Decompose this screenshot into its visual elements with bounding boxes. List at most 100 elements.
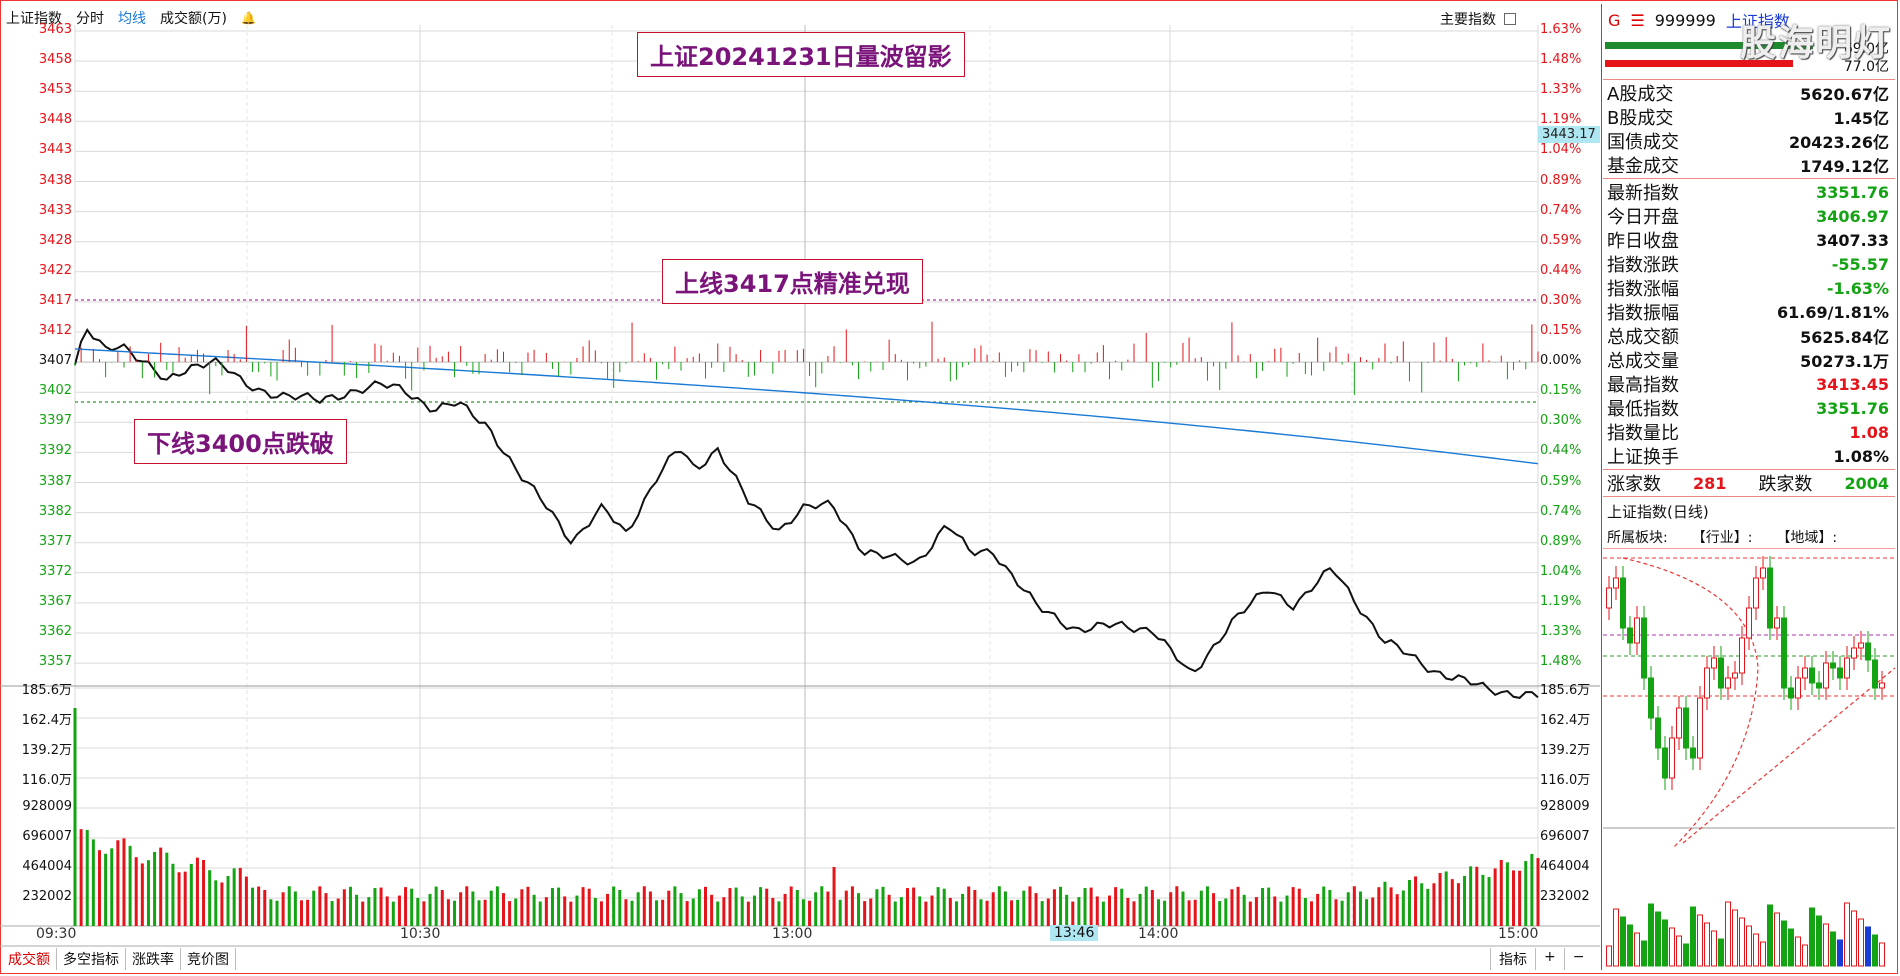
volume-bar bbox=[477, 900, 481, 926]
volume-tick-label: 464004 bbox=[1540, 859, 1590, 874]
k-volume-bar bbox=[1676, 935, 1682, 967]
volume-bar bbox=[508, 901, 512, 926]
percent-tick-label: 1.33% bbox=[1540, 624, 1582, 639]
k-candle bbox=[1795, 677, 1801, 699]
volume-bar bbox=[73, 708, 77, 926]
volume-bar bbox=[1518, 870, 1522, 926]
volume-bar bbox=[642, 886, 646, 926]
volume-bar bbox=[177, 872, 181, 926]
k-volume-bar bbox=[1697, 914, 1703, 967]
volume-bar bbox=[391, 901, 395, 926]
percent-tick-label: 1.33% bbox=[1540, 82, 1582, 98]
price-tick-label: 3463 bbox=[38, 22, 72, 37]
row-label: 最新指数 bbox=[1607, 183, 1679, 204]
volume-bar bbox=[1248, 901, 1252, 926]
volume-bar bbox=[906, 888, 910, 926]
k-candle bbox=[1655, 717, 1661, 749]
stats-table: 最新指数 3351.76 今日开盘 3406.97 昨日收盘 3407.33 指数涨跌 -55… bbox=[1603, 180, 1895, 469]
volume-bar bbox=[636, 892, 640, 926]
time-label: 10:30 bbox=[400, 926, 441, 942]
percent-tick-label: 0.44% bbox=[1540, 262, 1582, 278]
k-candle bbox=[1879, 682, 1885, 689]
volume-bar bbox=[1310, 901, 1314, 926]
volume-bar bbox=[893, 901, 897, 926]
tab-turnover-indicator[interactable]: 成交额 bbox=[2, 948, 57, 970]
menu-icon[interactable]: ☰ bbox=[1630, 11, 1644, 30]
intraday-chart[interactable] bbox=[0, 0, 1600, 976]
volume-bar bbox=[471, 891, 475, 926]
volume-bar bbox=[244, 876, 248, 926]
k-volume-bar bbox=[1767, 904, 1773, 967]
price-tick-label: 3357 bbox=[38, 654, 72, 670]
stat-row: 今日开盘 3406.97 bbox=[1603, 204, 1895, 229]
volume-tick-label: 464004 bbox=[22, 859, 72, 874]
tag-sector[interactable]: 所属板块: bbox=[1607, 527, 1668, 547]
volume-bar bbox=[783, 893, 787, 926]
volume-bar bbox=[1334, 899, 1338, 926]
k-candle bbox=[1641, 617, 1647, 679]
volume-tick-label: 928009 bbox=[1540, 799, 1590, 814]
tab-rise-fall-ratio[interactable]: 涨跌率 bbox=[126, 948, 181, 970]
volume-bar bbox=[446, 899, 450, 926]
k-volume-bar bbox=[1641, 940, 1647, 967]
price-tick-label: 3397 bbox=[38, 413, 72, 429]
volume-bar bbox=[630, 900, 634, 926]
volume-bar bbox=[1010, 900, 1014, 926]
price-tick-label: 3438 bbox=[38, 172, 72, 188]
volume-bar bbox=[1530, 853, 1534, 926]
k-volume-bar bbox=[1606, 945, 1612, 967]
volume-bar bbox=[575, 895, 579, 926]
volume-bar bbox=[869, 898, 873, 926]
lower-line-banner: 下线3400点跌破 bbox=[134, 419, 347, 464]
row-label: 指数涨幅 bbox=[1607, 279, 1679, 300]
volume-tick-label: 185.6万 bbox=[21, 683, 72, 698]
price-tick-label: 3382 bbox=[38, 503, 72, 519]
volume-bar bbox=[1512, 870, 1516, 926]
zoom-in-button[interactable]: + bbox=[1535, 948, 1564, 970]
volume-bar bbox=[1071, 901, 1075, 926]
volume-bar bbox=[165, 852, 169, 926]
daily-k-chart[interactable] bbox=[1603, 548, 1895, 970]
volume-bar bbox=[1089, 887, 1093, 926]
row-label: A股成交 bbox=[1607, 84, 1674, 105]
volume-bar bbox=[287, 886, 291, 926]
volume-bar bbox=[299, 900, 303, 926]
indicator-tabs: 成交额 多空指标 涨跌率 竞价图 bbox=[2, 948, 236, 970]
volume-bar bbox=[1083, 888, 1087, 926]
tab-auction[interactable]: 竞价图 bbox=[181, 948, 236, 970]
turnover-row: B股成交 1.45亿 bbox=[1603, 105, 1895, 129]
tab-long-short[interactable]: 多空指标 bbox=[57, 948, 126, 970]
volume-bar bbox=[275, 900, 279, 926]
row-value: 3413.45 bbox=[1816, 374, 1889, 394]
volume-bar bbox=[1346, 892, 1350, 926]
row-label: 最低指数 bbox=[1607, 399, 1679, 420]
volume-bar bbox=[171, 863, 175, 926]
volume-bar bbox=[1371, 897, 1375, 926]
row-value: 3351.76 bbox=[1816, 182, 1889, 202]
k-volume-bar bbox=[1851, 910, 1857, 967]
percent-tick-label: 0.74% bbox=[1540, 202, 1582, 218]
zoom-out-button[interactable]: − bbox=[1563, 948, 1593, 970]
price-tick-label: 3428 bbox=[38, 232, 72, 248]
k-candle bbox=[1746, 607, 1752, 639]
k-volume-bar bbox=[1704, 922, 1710, 967]
volume-bar bbox=[1358, 891, 1362, 926]
volume-bar bbox=[1230, 889, 1234, 926]
price-tick-label: 3443 bbox=[38, 142, 72, 158]
tag-industry[interactable]: 【行业】: bbox=[1692, 527, 1753, 547]
price-tick-label: 3362 bbox=[38, 624, 72, 639]
volume-bar bbox=[91, 839, 95, 926]
volume-bar bbox=[146, 860, 150, 926]
tag-region[interactable]: 【地域】: bbox=[1776, 527, 1837, 547]
volume-bar bbox=[1426, 888, 1430, 926]
k-volume-bar bbox=[1753, 933, 1759, 967]
volume-bar bbox=[991, 892, 995, 926]
k-volume-bar bbox=[1760, 941, 1766, 967]
mini-trend-curve bbox=[1622, 557, 1759, 849]
volume-bar bbox=[361, 901, 365, 926]
volume-bar bbox=[263, 889, 267, 926]
indicator-button[interactable]: 指标 bbox=[1490, 948, 1535, 970]
volume-bar bbox=[661, 899, 665, 926]
index-code: 999999 bbox=[1654, 10, 1716, 30]
turnover-row: 国债成交 20423.26亿 bbox=[1603, 129, 1895, 153]
